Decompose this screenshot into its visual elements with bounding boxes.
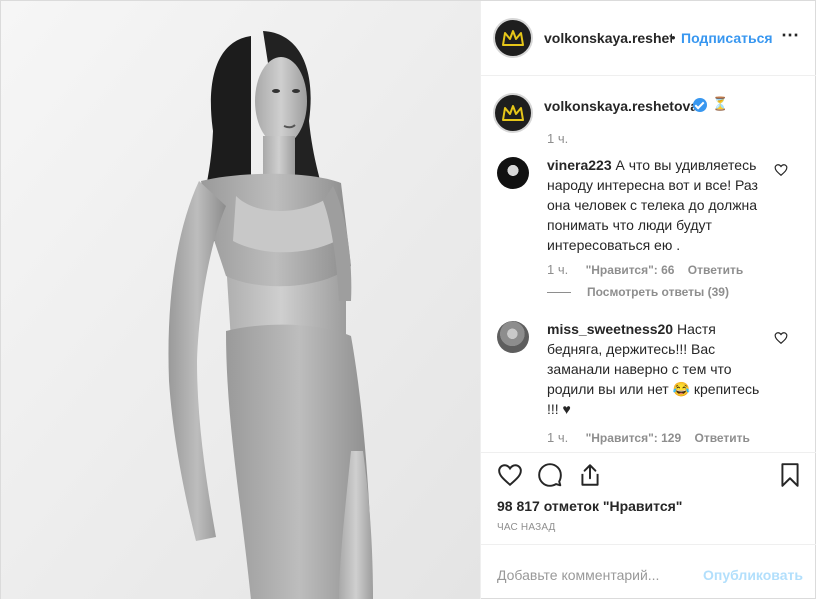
crown-logo-icon	[502, 105, 524, 121]
hourglass-emoji: ⏳	[712, 96, 729, 111]
separator-dot: •	[671, 30, 676, 45]
comment-body: miss_sweetness20 Настя бедняга, держитес…	[547, 319, 765, 419]
comment-time[interactable]: 1 ч.	[547, 430, 568, 445]
comment-like-heart-icon[interactable]	[774, 331, 788, 345]
comment-bubble-icon[interactable]	[537, 462, 563, 488]
commenter-avatar[interactable]	[497, 321, 529, 353]
comment-meta: 1 ч. "Нравится": 129 Ответить	[547, 430, 760, 445]
more-dots-icon[interactable]: ⋯	[781, 25, 800, 46]
comment-likes[interactable]: "Нравится": 129	[586, 431, 682, 445]
likes-count[interactable]: 98 817 отметок "Нравится"	[497, 498, 682, 514]
caption-time[interactable]: 1 ч.	[547, 131, 568, 146]
post-header: volkonskaya.reshetova • Подписаться ⋯	[481, 1, 816, 76]
caption-username[interactable]: volkonskaya.reshetova	[544, 98, 698, 114]
comment-username[interactable]: miss_sweetness20	[547, 321, 673, 337]
follow-button[interactable]: Подписаться	[681, 30, 773, 46]
comment-body: vinera223 А что вы удивляетесь народу ин…	[547, 155, 765, 255]
like-heart-icon[interactable]	[497, 462, 523, 488]
reply-button[interactable]: Ответить	[688, 263, 743, 277]
post-sidebar: volkonskaya.reshetova • Подписаться ⋯ vo…	[480, 1, 816, 599]
post-photo[interactable]	[1, 1, 480, 599]
reply-button[interactable]: Ответить	[694, 431, 749, 445]
photo-illustration	[1, 1, 480, 599]
post-time-ago[interactable]: час назад	[497, 522, 556, 533]
bookmark-icon[interactable]	[777, 462, 803, 488]
comment-input[interactable]: Добавьте комментарий...	[497, 567, 697, 583]
verified-badge-icon	[693, 98, 707, 112]
crown-logo-icon	[502, 30, 524, 46]
comment-like-heart-icon[interactable]	[774, 163, 788, 177]
author-avatar[interactable]	[493, 18, 533, 58]
view-replies-button[interactable]: Посмотреть ответы (39)	[547, 285, 729, 299]
instagram-post: volkonskaya.reshetova • Подписаться ⋯ vo…	[0, 0, 816, 599]
share-icon[interactable]	[577, 462, 603, 488]
commenter-avatar[interactable]	[497, 157, 529, 189]
replies-line	[547, 292, 571, 294]
caption-author-avatar[interactable]	[493, 93, 533, 133]
publish-button[interactable]: Опубликовать	[703, 567, 803, 583]
comment-time[interactable]: 1 ч.	[547, 262, 568, 277]
add-comment-bar: Добавьте комментарий... Опубликовать	[481, 544, 816, 599]
comment-likes[interactable]: "Нравится": 66	[586, 263, 675, 277]
post-actions	[481, 452, 816, 504]
view-replies-label: Посмотреть ответы (39)	[587, 285, 729, 299]
comment-username[interactable]: vinera223	[547, 157, 612, 173]
comment-meta: 1 ч. "Нравится": 66 Ответить	[547, 262, 753, 277]
author-username[interactable]: volkonskaya.reshetova	[544, 30, 672, 46]
